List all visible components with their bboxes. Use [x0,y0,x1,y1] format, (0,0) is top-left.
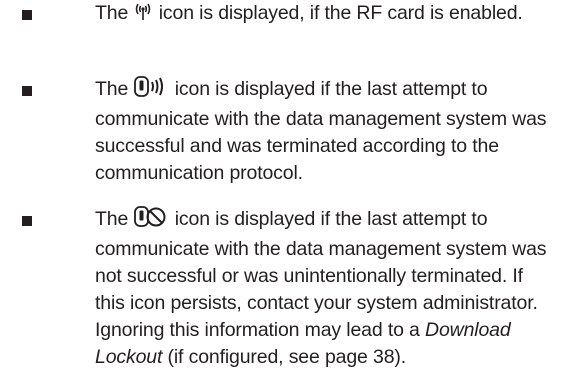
bullet-marker [22,10,32,20]
text-before-icon: The [95,208,129,230]
communication-failed-icon [133,206,169,236]
list-item-text: The icon is displayed if the last attemp… [95,76,557,187]
text-before-icon: The [95,2,129,24]
text-after-icon: icon is displayed, if the RF card is ena… [158,2,523,24]
bullet-marker [22,216,32,226]
bullet-marker [22,86,32,96]
list-item-communication-failed: The icon is displayed if the last attemp… [0,206,557,371]
list-item-communication-success: The icon is displayed if the last attemp… [0,76,557,187]
text-before-icon: The [95,78,129,100]
list-item-text: The icon is displayed if the last attemp… [95,206,557,371]
list-item-rf-card: The icon is displayed, if the RF card is… [0,0,557,30]
rf-antenna-icon [133,0,153,30]
communication-success-icon [133,76,169,106]
text-after-italic: (if configured, see page 38). [167,346,407,368]
list-item-text: The icon is displayed, if the RF card is… [95,0,557,30]
